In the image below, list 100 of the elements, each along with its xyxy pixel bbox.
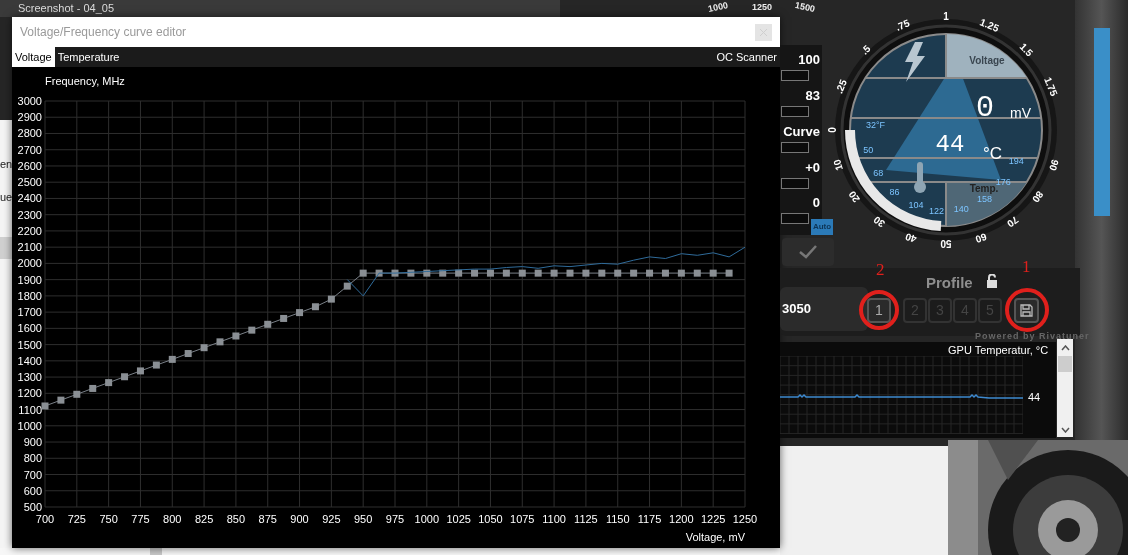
axis-tick-label: 1100	[542, 513, 566, 525]
window-title: Voltage/Frequency curve editor	[20, 24, 187, 41]
axis-tick-label: 700	[35, 513, 55, 525]
curve-point	[693, 269, 701, 277]
curve-point	[375, 269, 383, 277]
curve-point	[184, 350, 192, 358]
gauge-scale-label: 104	[908, 200, 924, 211]
voltage-value: 0	[976, 91, 994, 125]
gauge-tick-label: 1250	[752, 2, 773, 12]
gauge-tick-label: 90	[1047, 158, 1061, 173]
close-button[interactable]	[755, 23, 772, 41]
axis-tick-label: 3000	[17, 95, 42, 107]
gauge-tick-label: 40	[903, 231, 918, 245]
axis-tick-label: 1100	[18, 403, 42, 416]
curve-point	[168, 355, 176, 363]
axis-tick-label: 975	[385, 513, 405, 525]
curve-point	[407, 269, 415, 277]
voltage-unit: mV	[1010, 105, 1031, 121]
value-readout: +0	[804, 161, 820, 175]
gauge-tick-label: 1500	[794, 0, 816, 14]
curve-point	[359, 269, 367, 277]
axis-tick-label: 2500	[17, 176, 42, 189]
gauge-tick-label: 1.5	[1017, 40, 1036, 59]
gpu-name: 3050	[782, 300, 811, 319]
curve-point	[296, 309, 304, 317]
curve-point	[248, 326, 256, 334]
gauge-tick-label: 1	[943, 11, 949, 22]
gauge-tick-label: .25	[833, 78, 849, 96]
axis-tick-label: 800	[23, 452, 42, 465]
oc-scanner-button[interactable]: OC Scanner	[713, 47, 780, 67]
curve-point	[73, 390, 81, 398]
apply-button[interactable]	[782, 238, 834, 266]
annotation-number: 1	[1022, 256, 1031, 278]
axis-tick-label: 1000	[17, 419, 42, 432]
gauge-tick-label: 80	[1030, 189, 1046, 205]
annotation-circle	[1005, 288, 1049, 332]
axis-tick-label: 1200	[17, 387, 42, 400]
gauge-tick-label: 1.25	[978, 16, 1001, 34]
axis-tick-label: 2600	[17, 159, 42, 172]
annotation-circle	[859, 290, 899, 330]
curve-point	[105, 379, 113, 387]
scroll-up-icon	[1061, 345, 1070, 351]
axis-tick-label: 750	[99, 513, 118, 525]
curve-point	[280, 314, 288, 322]
axis-tick-label: 1600	[17, 322, 42, 335]
curve-point	[661, 269, 669, 277]
value-readout: 100	[797, 53, 820, 67]
axis-tick-label: 2800	[17, 127, 42, 140]
gauge-tick-label: 30	[871, 214, 887, 230]
check-icon	[799, 245, 817, 259]
curve-point	[598, 269, 606, 277]
value-readout: 83	[804, 89, 820, 103]
axis-tick-label: 700	[23, 468, 42, 481]
axis-tick-label: 725	[67, 513, 86, 525]
axis-tick-label: 1900	[17, 273, 42, 286]
gauge-scale-label: 32°F	[866, 120, 886, 130]
axis-tick-label: 1200	[669, 513, 694, 525]
axis-tick-label: 825	[194, 513, 214, 525]
curve-point	[343, 282, 351, 290]
list-item-text: ue	[0, 191, 13, 203]
curve-point	[121, 373, 129, 381]
axis-tick-label: 1225	[700, 513, 726, 525]
curve-point	[311, 303, 319, 311]
gauge-tick-label: 1000	[707, 0, 729, 14]
curve-point	[200, 344, 208, 352]
axis-tick-label: 1800	[17, 289, 42, 302]
axis-tick-label: 2700	[17, 143, 42, 156]
gauge-scale-label: 158	[976, 193, 992, 204]
curve-point	[327, 295, 335, 303]
gauge-scale-label: 140	[953, 203, 969, 214]
axis-tick-label: 925	[322, 513, 341, 525]
scroll-down-icon	[1061, 427, 1070, 433]
axis-tick-label: 1300	[17, 371, 42, 384]
curve-point	[582, 269, 590, 277]
curve-point	[471, 269, 479, 277]
curve-point	[423, 269, 431, 277]
save-button[interactable]	[1014, 298, 1039, 323]
gauge-tick-label: 0	[827, 127, 838, 133]
curve-point	[502, 269, 510, 277]
axis-tick-label: 1400	[17, 354, 42, 367]
curve-point	[232, 332, 240, 340]
annotation-number: 2	[876, 259, 885, 281]
value-readout: 0	[811, 196, 820, 210]
curve-point	[41, 402, 49, 410]
curve-point	[630, 269, 638, 277]
axis-tick-label: 1500	[17, 338, 42, 351]
axis-tick-label: 2000	[17, 257, 42, 270]
tab[interactable]: Voltage	[12, 47, 55, 67]
list-row	[0, 237, 12, 259]
gauge-tick-label: 1.75	[1042, 75, 1060, 98]
gauge-tick-label: 10	[831, 158, 845, 173]
scrollbar-thumb[interactable]	[1058, 356, 1072, 372]
gauge-scale-label: 50	[863, 145, 874, 156]
tab[interactable]: Temperature	[54, 47, 123, 67]
curve-point	[89, 384, 97, 392]
auto-button[interactable]: Auto	[811, 219, 833, 235]
curve-point	[550, 269, 558, 277]
curve-point	[677, 269, 685, 277]
profile-button[interactable]: 1	[867, 298, 891, 323]
gauge-tick-label: 60	[974, 231, 989, 245]
